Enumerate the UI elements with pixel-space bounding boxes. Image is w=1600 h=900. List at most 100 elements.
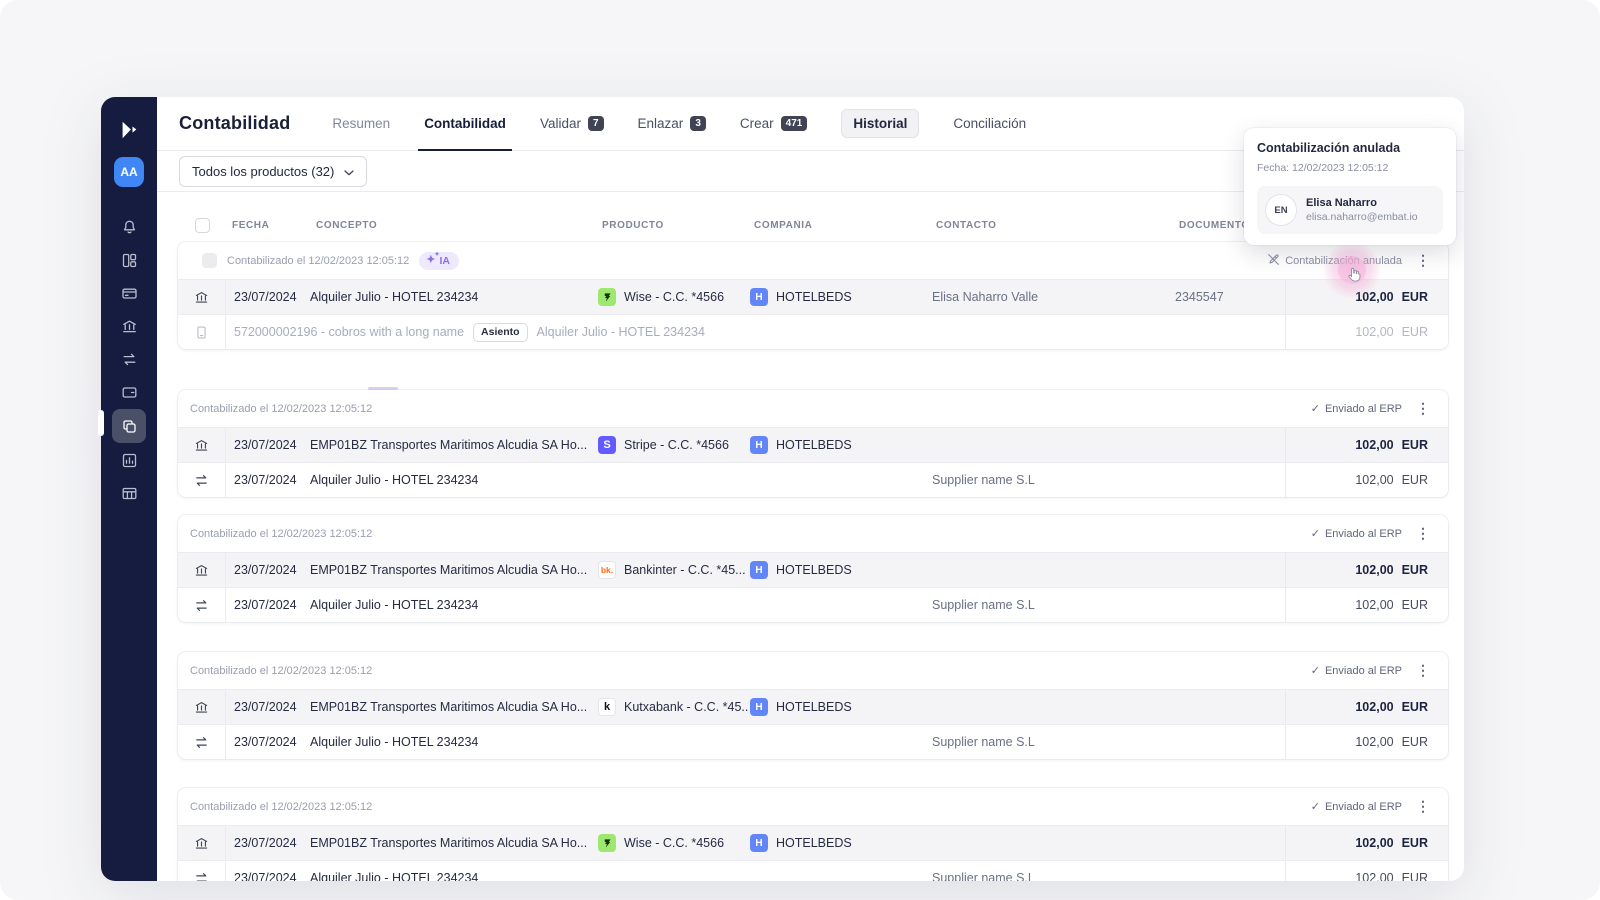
tab-enlazar[interactable]: Enlazar 3 [638,97,706,150]
row-concept: Alquiler Julio - HOTEL 234234 [310,598,479,612]
row-amount: 102,00 EUR [1285,315,1448,349]
kebab-menu-button[interactable]: ⋮ [1412,400,1434,417]
row-contact [930,690,1173,724]
company-logo: H [750,834,768,852]
row-amount: 102,00 EUR [1285,553,1448,587]
sidebar-item-cards[interactable] [112,277,146,309]
kebab-menu-button[interactable]: ⋮ [1412,525,1434,542]
company-logo: H [750,288,768,306]
table-row[interactable]: 23/07/2024 EMP01BZ Transportes Maritimos… [178,427,1448,462]
row-product: Wise - C.C. *4566 [596,826,748,860]
kebab-menu-button[interactable]: ⋮ [1412,252,1434,269]
entry-group: Contabilizado el 12/02/2023 12:05:12 ✓ En… [178,515,1448,622]
sidebar-item-dashboard[interactable] [112,244,146,276]
grid-icon [121,485,138,502]
asiento-badge: Asiento [473,322,528,342]
entries-list: FECHA CONCEPTO PRODUCTO COMPAÑÍA CONTACTO DOC… [157,209,1464,881]
row-contact: Elisa Naharro Valle [932,290,1039,304]
row-contact: Supplier name S.L [932,598,1035,612]
table-row[interactable]: 23/07/2024 EMP01BZ Transportes Maritimos… [178,825,1448,860]
entry-group: Contabilizado el 12/02/2023 12:05:12 ✓ En… [178,788,1448,881]
bank-icon [178,428,226,462]
row-amount: 102,00 EUR [1285,861,1448,881]
table-row[interactable]: 23/07/2024 Alquiler Julio - HOTEL 234234… [178,279,1448,314]
tab-count-badge: 3 [690,116,706,131]
chevron-down-icon [344,164,355,179]
row-currency: EUR [1401,598,1428,612]
row-company [748,463,930,497]
table-row[interactable]: 23/07/2024 EMP01BZ Transportes Maritimos… [178,552,1448,587]
kebab-menu-button[interactable]: ⋮ [1412,662,1434,679]
row-date: 23/07/2024 [234,871,297,881]
group-timestamp: Contabilizado el 12/02/2023 12:05:12 [227,254,410,267]
table-row[interactable]: 23/07/2024 Alquiler Julio - HOTEL 234234… [178,860,1448,881]
row-product: Wise - C.C. *4566 [596,280,748,314]
row-amount: 102,00 EUR [1285,428,1448,462]
row-amount: 102,00 EUR [1285,725,1448,759]
product-filter-dropdown[interactable]: Todos los productos (32) [179,155,368,187]
row-company: H HOTELBEDS [748,428,930,462]
row-reference: 572000002196 - cobros with a long name [234,325,465,339]
dashboard-icon [121,252,138,269]
sidebar-item-reports[interactable] [112,444,146,476]
tab-crear[interactable]: Crear 471 [740,97,808,150]
sidebar-item-transfers[interactable] [112,343,146,375]
tab-validar[interactable]: Validar 7 [540,97,604,150]
row-contact [930,826,1173,860]
tab-conciliacion[interactable]: Conciliación [953,97,1026,150]
bank-icon [178,553,226,587]
group-header: Contabilizado el 12/02/2023 12:05:12 ✓ En… [178,788,1448,825]
row-company: H HOTELBEDS [748,690,930,724]
row-currency: EUR [1401,325,1428,339]
tab-resumen[interactable]: Resumen [332,97,390,150]
table-row[interactable]: 23/07/2024 Alquiler Julio - HOTEL 234234… [178,462,1448,497]
row-currency: EUR [1401,836,1428,850]
sidebar-item-tables[interactable] [112,477,146,509]
sidebar-item-notifications[interactable] [112,211,146,243]
page-title: Contabilidad [179,113,291,133]
app-window: AA Contabilidad Resumen Contabilidad Valid… [98,97,1464,881]
company-label: HOTELBEDS [776,700,852,714]
stripe-logo: S [598,436,616,454]
company-logo: H [750,436,768,454]
row-product [596,463,748,497]
select-all-checkbox[interactable] [194,218,210,233]
group-checkbox[interactable] [202,253,217,268]
popup-title: Contabilización anulada [1257,141,1401,155]
table-row[interactable]: 572000002196 - cobros with a long name As… [178,314,1448,349]
row-concept: EMP01BZ Transportes Maritimos Alcudia SA… [310,700,588,714]
active-nav-indicator [98,410,104,436]
row-company: H HOTELBEDS [748,553,930,587]
row-amount: 102,00 EUR [1285,588,1448,622]
status-annulled[interactable]: Contabilización anulada [1267,253,1402,269]
bell-icon [121,219,138,236]
table-row[interactable]: 23/07/2024 Alquiler Julio - HOTEL 234234… [178,587,1448,622]
status-sent-erp: ✓ Enviado al ERP [1310,664,1402,678]
row-concept: Alquiler Julio - HOTEL 234234 [310,871,479,881]
company-label: HOTELBEDS [776,290,852,304]
row-currency: EUR [1401,700,1428,714]
table-row[interactable]: 23/07/2024 Alquiler Julio - HOTEL 234234… [178,724,1448,759]
tab-contabilidad[interactable]: Contabilidad [418,97,512,151]
workspace-avatar[interactable]: AA [114,157,144,187]
kebab-menu-button[interactable]: ⋮ [1412,798,1434,815]
main-panel: Contabilidad Resumen Contabilidad Validar 7… [157,97,1464,881]
group-header: Contabilizado el 12/02/2023 12:05:12 ✦ ✦ I… [178,242,1448,279]
tab-historial[interactable]: Historial [841,109,920,138]
sidebar-item-accounting[interactable] [112,409,146,443]
row-date: 23/07/2024 [234,700,297,714]
tab-count-badge: 471 [780,116,808,131]
table-row[interactable]: 23/07/2024 EMP01BZ Transportes Maritimos… [178,689,1448,724]
row-date: 23/07/2024 [234,290,297,304]
sidebar-item-banking[interactable] [112,310,146,342]
ai-badge: ✦ ✦ IA [419,251,459,270]
row-amount: 102,00 EUR [1285,826,1448,860]
row-concept: Alquiler Julio - HOTEL 234234 [310,735,479,749]
company-logo: H [750,561,768,579]
card-icon [121,285,138,302]
row-date: 23/07/2024 [234,563,297,577]
row-amount: 102,00 EUR [1285,463,1448,497]
sidebar-item-wallet[interactable] [112,376,146,408]
entry-group: Contabilizado el 12/02/2023 12:05:12 ✦ ✦ I… [178,242,1448,349]
row-product: k Kutxabank - C.C. *45... [596,690,748,724]
